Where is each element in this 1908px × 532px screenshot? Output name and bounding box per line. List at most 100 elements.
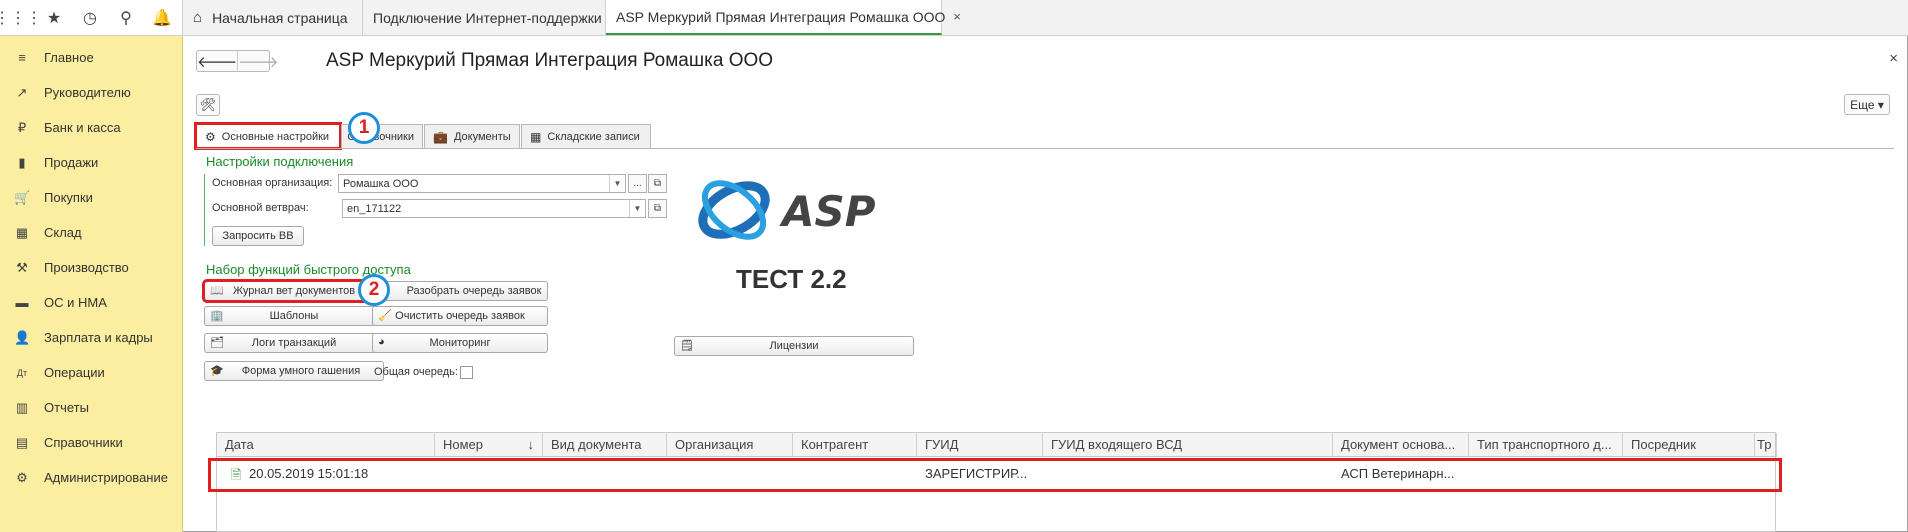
search-icon[interactable]: ⚲	[108, 0, 144, 36]
top-toolbar: ⋮⋮⋮ ★ ◷ ⚲ 🔔	[0, 0, 183, 36]
sidebar-item-sales[interactable]: ▮ Продажи	[0, 145, 182, 180]
sidebar-item-salary[interactable]: 👤 Зарплата и кадры	[0, 320, 182, 355]
column-number[interactable]: Номер ↓	[435, 433, 543, 457]
forward-button[interactable]: 🡒	[237, 51, 278, 71]
monitoring-button[interactable]: ◕ Мониторинг	[372, 333, 548, 353]
window-tabs: ⌂ Начальная страница Подключение Интерне…	[183, 0, 1908, 36]
transaction-logs-button[interactable]: 🗂 Логи транзакций	[204, 333, 384, 353]
shared-queue-checkbox[interactable]	[460, 366, 473, 379]
smart-form-button[interactable]: 🎓 Форма умного гашения	[204, 361, 384, 381]
templates-button[interactable]: 🏢 Шаблоны	[204, 306, 384, 326]
certificate-icon: 🗒	[680, 340, 694, 352]
gear-icon: ⚙	[16, 469, 28, 485]
sidebar-item-operations[interactable]: Дт Операции	[0, 355, 182, 390]
request-vet-button[interactable]: Запросить ВВ	[212, 226, 304, 246]
bag-icon: ▮	[18, 154, 26, 170]
button-label: Мониторинг	[429, 337, 491, 349]
vet-value: en_171122	[347, 202, 402, 215]
home-icon: ⌂	[193, 9, 203, 26]
sidebar-item-label: Зарплата и кадры	[44, 330, 153, 345]
org-open-button[interactable]: ⧉	[648, 174, 667, 193]
cart-icon: 🛒	[14, 189, 31, 205]
pie-chart-icon: ◕	[378, 336, 385, 348]
column-incoming-guid[interactable]: ГУИД входящего ВСД	[1043, 433, 1333, 457]
asp-logo: ASP	[698, 180, 876, 240]
sidebar-item-warehouse[interactable]: ▦ Склад	[0, 215, 182, 250]
warehouse-icon: ▦	[15, 224, 29, 240]
form-tabs: ⚙ Основные настройки Справочники 💼 Докум…	[194, 122, 652, 150]
button-label: Журнал вет документов	[232, 285, 356, 297]
sidebar-item-main[interactable]: ≡ Главное	[0, 40, 182, 75]
back-button[interactable]: 🡐	[197, 51, 237, 71]
sidebar-item-directories[interactable]: ▤ Справочники	[0, 425, 182, 460]
tab-label: Основные настройки	[221, 130, 330, 143]
button-label: Логи транзакций	[251, 337, 337, 349]
tab-documents[interactable]: 💼 Документы	[424, 124, 520, 148]
tab-asp-mercury[interactable]: ASP Меркурий Прямая Интеграция Ромашка О…	[606, 0, 961, 35]
graduation-cap-icon: 🎓	[210, 365, 224, 377]
tab-label: Подключение Интернет-поддержки	[373, 9, 602, 26]
tab-label: Начальная страница	[212, 9, 348, 26]
tab-internet-support[interactable]: Подключение Интернет-поддержки ×	[363, 0, 617, 35]
column-guid[interactable]: ГУИД	[917, 433, 1043, 457]
logo-ring	[701, 180, 767, 240]
vet-open-button[interactable]: ⧉	[648, 199, 667, 218]
column-tr[interactable]: Тр	[1755, 433, 1777, 457]
sidebar-item-assets[interactable]: ▬ ОС и НМА	[0, 285, 182, 320]
clear-queue-button[interactable]: 🧹 Очистить очередь заявок	[372, 306, 548, 326]
sidebar-item-label: Администрирование	[44, 470, 168, 485]
vet-label: Основной ветврач:	[212, 202, 309, 214]
person-icon: 👤	[14, 329, 31, 345]
sidebar-item-production[interactable]: ⚒ Производство	[0, 250, 182, 285]
parse-queue-button[interactable]: Разобрать очередь заявок	[372, 281, 548, 301]
button-label: Шаблоны	[269, 310, 319, 322]
history-icon[interactable]: ◷	[72, 0, 108, 36]
menu-icon: ≡	[18, 50, 26, 65]
vet-field[interactable]: en_171122 ▼	[342, 199, 646, 218]
star-icon[interactable]: ★	[36, 0, 72, 36]
sidebar-item-bank[interactable]: ₽ Банк и касса	[0, 110, 182, 145]
button-label: Форма умного гашения	[241, 365, 361, 377]
settings-tool-button[interactable]: 🛠	[196, 94, 220, 116]
column-transport-type[interactable]: Тип транспортного д...	[1469, 433, 1623, 457]
gear-icon: ⚙	[205, 129, 216, 144]
sidebar-item-label: Склад	[44, 225, 82, 240]
column-doc-type[interactable]: Вид документа	[543, 433, 667, 457]
column-base-document[interactable]: Документ основа...	[1333, 433, 1469, 457]
org-label: Основная организация:	[212, 177, 333, 189]
column-intermediary[interactable]: Посредник	[1623, 433, 1755, 457]
test-version-label: ТЕСТ 2.2	[736, 264, 847, 294]
licenses-button[interactable]: 🗒 Лицензии	[674, 336, 914, 356]
apps-grid-icon[interactable]: ⋮⋮⋮	[0, 0, 42, 36]
sidebar-item-admin[interactable]: ⚙ Администрирование	[0, 460, 182, 495]
org-select-button[interactable]: ...	[628, 174, 647, 193]
column-organization[interactable]: Организация	[667, 433, 793, 457]
tab-home[interactable]: ⌂ Начальная страница	[183, 0, 363, 35]
sidebar-item-label: Руководителю	[44, 85, 131, 100]
org-value: Ромашка ООО	[343, 177, 419, 190]
column-date[interactable]: Дата	[217, 433, 435, 457]
column-counterparty[interactable]: Контрагент	[793, 433, 917, 457]
close-icon[interactable]: ×	[953, 9, 961, 24]
sidebar-item-manager[interactable]: ↗ Руководителю	[0, 75, 182, 110]
broom-icon: 🧹	[378, 310, 392, 322]
sidebar-item-reports[interactable]: ▥ Отчеты	[0, 390, 182, 425]
page-title: ASP Меркурий Прямая Интеграция Ромашка О…	[326, 50, 774, 71]
tab-warehouse-records[interactable]: ▦ Складские записи	[521, 124, 651, 148]
chevron-down-icon[interactable]: ▼	[609, 175, 625, 192]
sidebar-item-label: ОС и НМА	[44, 295, 107, 310]
row-highlight	[208, 458, 1782, 492]
sidebar-item-label: Банк и касса	[44, 120, 121, 135]
briefcase-icon: 💼	[433, 129, 448, 144]
tab-main-settings[interactable]: ⚙ Основные настройки	[194, 122, 342, 150]
sidebar-item-label: Продажи	[44, 155, 99, 170]
sidebar-item-purchases[interactable]: 🛒 Покупки	[0, 180, 182, 215]
tab-underline	[196, 148, 1894, 149]
sort-down-icon: ↓	[527, 437, 535, 452]
bell-icon[interactable]: 🔔	[144, 0, 180, 36]
chevron-down-icon[interactable]: ▼	[629, 200, 645, 217]
vet-journal-button[interactable]: 📖 Журнал вет документов	[202, 279, 386, 303]
more-button[interactable]: Еще ▾	[1844, 94, 1890, 115]
org-field[interactable]: Ромашка ООО ▼	[338, 174, 626, 193]
close-form-button[interactable]: ×	[1889, 50, 1898, 67]
